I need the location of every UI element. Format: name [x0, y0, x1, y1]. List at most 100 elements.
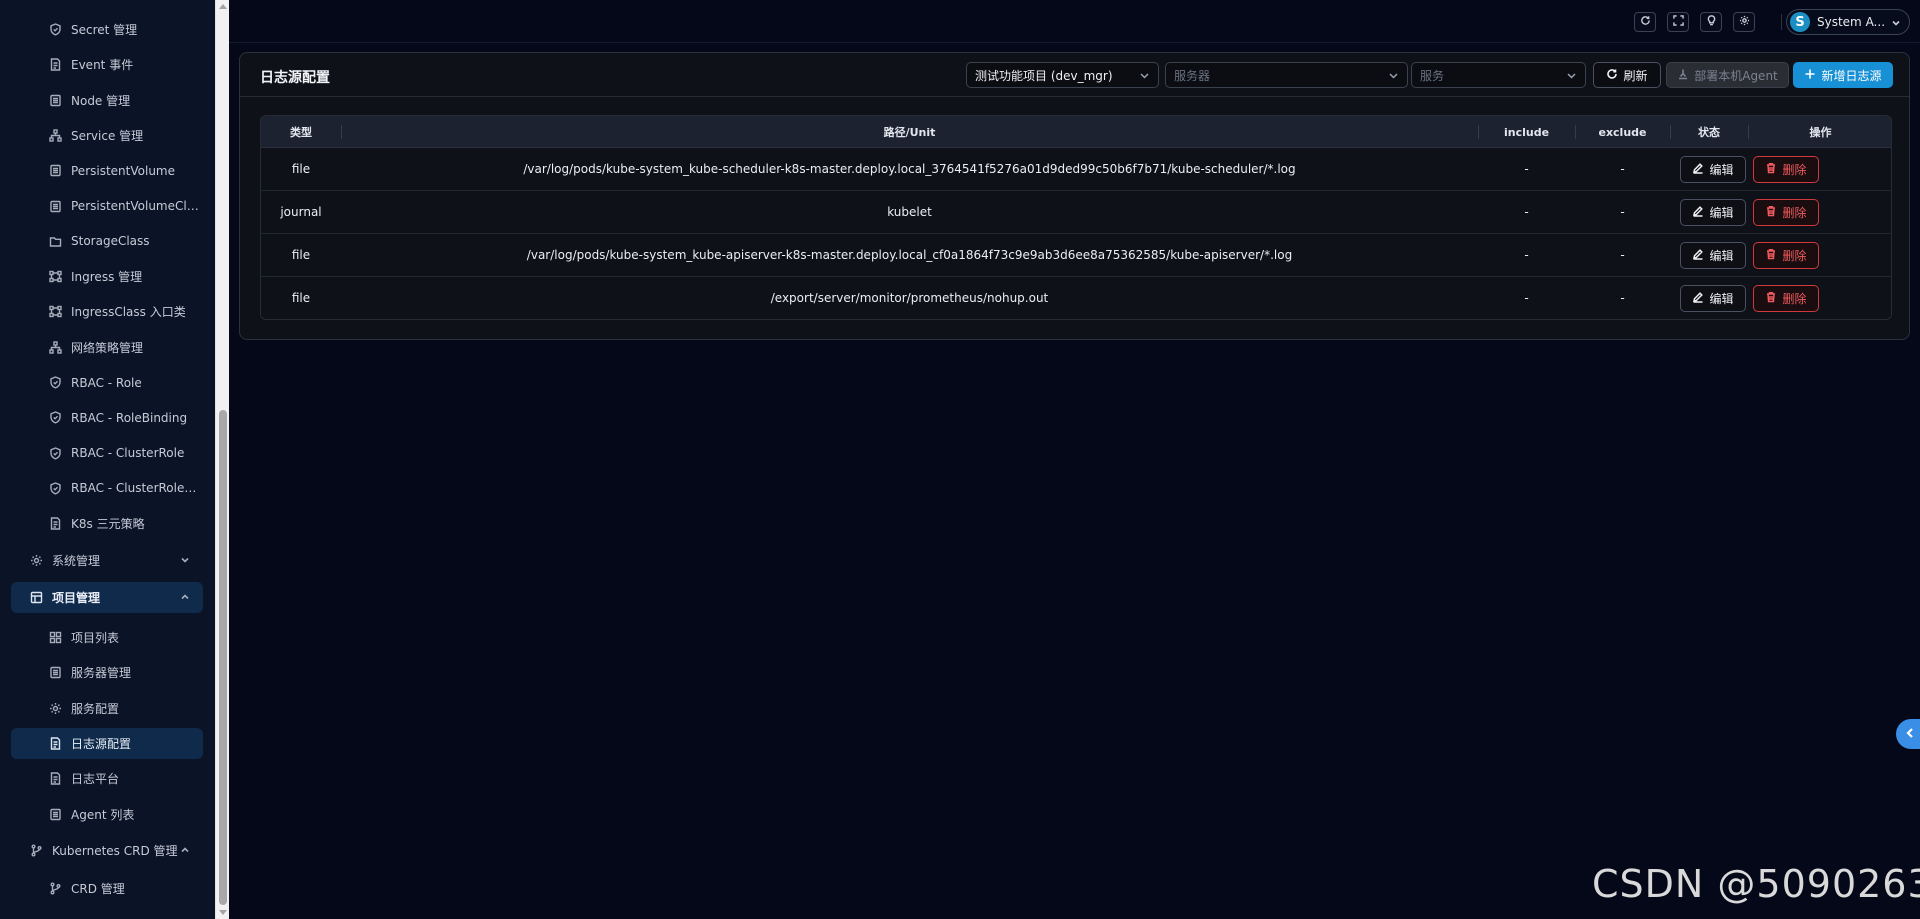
card-header: 日志源配置 测试功能项目 (dev_mgr) 服务器 服务 刷新 部署本机Age…	[240, 53, 1909, 97]
scrollbar-thumb[interactable]	[219, 410, 227, 905]
user-menu[interactable]: S System A...	[1786, 9, 1910, 35]
cell-exclude: -	[1620, 248, 1625, 262]
refresh-label: 刷新	[1623, 68, 1648, 83]
edit-button[interactable]: 编辑	[1680, 285, 1746, 312]
edit-button[interactable]: 编辑	[1680, 242, 1746, 269]
add-log-source-label: 新增日志源	[1821, 68, 1882, 83]
sidebar-group-kubernetes-crd[interactable]: Kubernetes CRD 管理	[11, 835, 203, 866]
edit-label: 编辑	[1709, 206, 1734, 220]
gear-icon	[1739, 15, 1750, 29]
sidebar-item-label: RBAC - Role	[71, 375, 142, 390]
sidebar-item-label: StorageClass	[71, 234, 150, 249]
sidebar-item-log-source-config[interactable]: 日志源配置	[11, 727, 203, 759]
sidebar-item-event[interactable]: Event 事件	[11, 49, 203, 80]
folder-icon	[48, 234, 62, 248]
document-icon	[48, 58, 62, 72]
shield-icon	[48, 481, 62, 495]
sidebar-group-project[interactable]: 项目管理	[11, 582, 203, 613]
refresh-icon	[1606, 68, 1623, 83]
sidebar-item-rbac-clusterrole[interactable]: RBAC - ClusterRole	[11, 438, 203, 469]
deploy-agent-button[interactable]: 部署本机Agent	[1666, 62, 1789, 88]
project-select-value: 测试功能项目 (dev_mgr)	[975, 68, 1113, 83]
refresh-page-button[interactable]	[1634, 12, 1656, 32]
trash-icon	[1765, 248, 1782, 263]
scroll-up-arrow[interactable]	[219, 4, 227, 9]
table-row: journalkubelet--启用编辑删除	[261, 191, 1891, 234]
sidebar-item-storageclass[interactable]: StorageClass	[11, 226, 203, 257]
network-icon	[48, 340, 62, 354]
log-source-table: 类型 路径/Unit include exclude 状态 操作 file/va…	[260, 115, 1892, 320]
delete-button[interactable]: 删除	[1753, 242, 1819, 269]
sidebar-item-rbac-role[interactable]: RBAC - Role	[11, 367, 203, 398]
sidebar-item-log-platform[interactable]: 日志平台	[11, 763, 203, 794]
service-select[interactable]: 服务	[1411, 62, 1586, 88]
server-select[interactable]: 服务器	[1165, 62, 1408, 88]
cell-type: file	[291, 291, 311, 305]
column-header-path: 路径/Unit	[883, 126, 936, 139]
tips-button[interactable]	[1700, 12, 1722, 32]
delete-button[interactable]: 删除	[1753, 285, 1819, 312]
lightbulb-icon	[1706, 15, 1717, 29]
add-log-source-button[interactable]: 新增日志源	[1793, 62, 1893, 88]
edit-button[interactable]: 编辑	[1680, 199, 1746, 226]
chevron-down-icon	[179, 554, 191, 566]
sidebar-item-project-list[interactable]: 项目列表	[11, 622, 203, 653]
sidebar-item-label: 服务配置	[71, 701, 120, 716]
sidebar-item-item[interactable]: 网络策略管理	[11, 332, 203, 363]
project-select[interactable]: 测试功能项目 (dev_mgr)	[966, 62, 1159, 88]
sidebar-item-label: K8s 三元策略	[71, 517, 145, 532]
sidebar-item-label: 网络策略管理	[71, 340, 144, 355]
sidebar-item-label: 日志源配置	[71, 736, 132, 751]
sidebar-scrollbar[interactable]	[215, 0, 229, 919]
cell-include: -	[1524, 291, 1529, 305]
document-icon	[48, 772, 62, 786]
sidebar-group-system[interactable]: 系统管理	[11, 545, 203, 576]
sidebar: Secret 管理 Event 事件 Node 管理 Service 管理 Persis…	[0, 0, 215, 919]
fullscreen-button[interactable]	[1667, 12, 1689, 32]
delete-button[interactable]: 删除	[1753, 199, 1819, 226]
sidebar-item-node[interactable]: Node 管理	[11, 85, 203, 116]
collapse-panel-button[interactable]	[1896, 719, 1920, 749]
grid-icon	[48, 631, 62, 645]
gear-icon	[29, 554, 43, 568]
edit-icon	[1692, 162, 1709, 177]
sidebar-item-service[interactable]: Service 管理	[11, 120, 203, 151]
sidebar-item-label: RBAC - ClusterRole	[71, 446, 185, 461]
sidebar-item-agent-list[interactable]: Agent 列表	[11, 799, 203, 830]
chevron-down-icon	[1139, 70, 1150, 84]
sidebar-item-label: Ingress 管理	[71, 270, 143, 285]
sidebar-item-server-management[interactable]: 服务器管理	[11, 657, 203, 688]
sidebar-item-persistentvolumeclai[interactable]: PersistentVolumeClai...	[11, 191, 203, 222]
chevron-down-icon	[1566, 70, 1577, 84]
refresh-button[interactable]: 刷新	[1593, 62, 1661, 88]
edit-button[interactable]: 编辑	[1680, 156, 1746, 183]
edit-label: 编辑	[1709, 249, 1734, 263]
sidebar-item-label: Agent 列表	[71, 807, 135, 822]
settings-button[interactable]	[1733, 12, 1755, 32]
sidebar-item-service-config[interactable]: 服务配置	[11, 693, 203, 724]
sidebar-item-rbac-clusterrolebi[interactable]: RBAC - ClusterRoleBi...	[11, 473, 203, 504]
project-icon	[29, 591, 43, 605]
sidebar-item-crd-management[interactable]: CRD 管理	[11, 873, 203, 904]
delete-button[interactable]: 删除	[1753, 156, 1819, 183]
scroll-down-arrow[interactable]	[219, 910, 227, 915]
watermark: CSDN @50902636	[1592, 862, 1920, 906]
list-icon	[48, 164, 62, 178]
sidebar-item-rbac-rolebinding[interactable]: RBAC - RoleBinding	[11, 402, 203, 433]
sidebar-item-persistentvolume[interactable]: PersistentVolume	[11, 155, 203, 186]
shield-icon	[48, 23, 62, 37]
sidebar-item-ingressclass[interactable]: IngressClass 入口类	[11, 296, 203, 327]
delete-label: 删除	[1782, 249, 1807, 263]
plus-icon	[1804, 68, 1821, 83]
column-header-include: include	[1503, 125, 1550, 139]
table-row: file/var/log/pods/kube-system_kube-apise…	[261, 234, 1891, 277]
sidebar-item-k8s[interactable]: K8s 三元策略	[11, 508, 203, 539]
server-select-placeholder: 服务器	[1174, 68, 1211, 83]
sidebar-item-secret[interactable]: Secret 管理	[11, 14, 203, 45]
sidebar-item-ingress[interactable]: Ingress 管理	[11, 261, 203, 292]
sidebar-item-label: 服务器管理	[71, 666, 132, 681]
cell-include: -	[1524, 205, 1529, 219]
cell-include: -	[1524, 248, 1529, 262]
sidebar-item-label: Event 事件	[71, 58, 134, 73]
edit-icon	[1692, 248, 1709, 263]
